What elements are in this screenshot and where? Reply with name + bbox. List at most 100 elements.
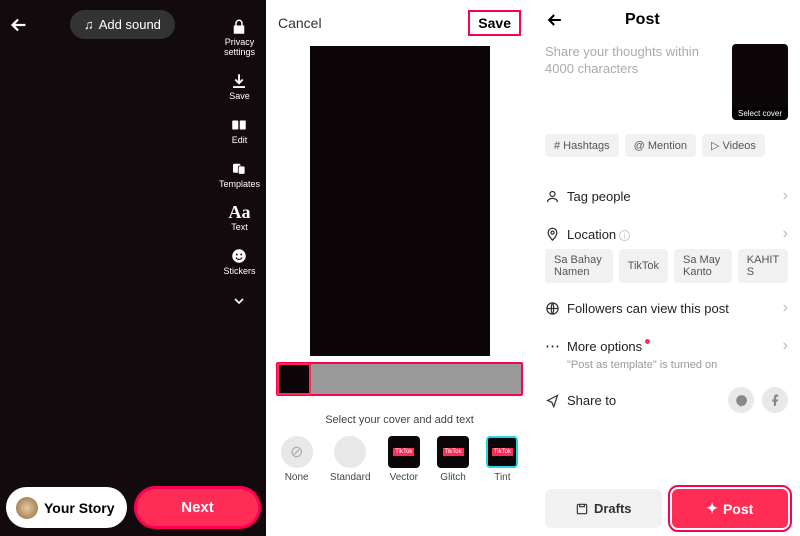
- page-title: Post: [625, 11, 660, 29]
- location-pin-icon: [545, 227, 567, 242]
- tool-templates[interactable]: Templates: [219, 160, 260, 190]
- chevron-right-icon: ›: [783, 299, 788, 317]
- notification-dot-icon: [645, 339, 650, 344]
- tool-label: Edit: [232, 136, 248, 146]
- editor-bottom-bar: Your Story Next: [6, 487, 260, 528]
- post-pane: Post Share your thoughts within 4000 cha…: [533, 0, 800, 536]
- chevron-right-icon: ›: [783, 225, 788, 243]
- save-button[interactable]: Save: [468, 10, 521, 36]
- style-tint[interactable]: Tint: [486, 436, 518, 483]
- info-icon: i: [619, 230, 630, 241]
- music-note-icon: ♫: [84, 17, 94, 32]
- play-icon: ▷: [711, 139, 719, 152]
- cover-styles-row: ⊘ None Standard Vector Glitch Tint: [266, 436, 533, 483]
- tool-label: Stickers: [223, 267, 255, 277]
- editor-pane: ♫ Add sound Privacysettings Save Edit Te…: [0, 0, 266, 536]
- your-story-label: Your Story: [44, 500, 115, 516]
- tint-swatch: [486, 436, 518, 468]
- post-button[interactable]: ✦ Post: [672, 489, 789, 528]
- location-chip[interactable]: KAHIT S: [738, 249, 788, 283]
- tool-label: Save: [229, 92, 250, 102]
- style-label: None: [285, 472, 309, 483]
- back-arrow-icon[interactable]: [8, 14, 30, 36]
- timeline-selection-handle[interactable]: [278, 364, 310, 394]
- more-icon: ⋯: [545, 337, 567, 355]
- more-options-subtitle: "Post as template" is turned on: [567, 359, 788, 371]
- row-label: Locationi: [567, 227, 783, 242]
- post-body: Share your thoughts within 4000 characte…: [533, 44, 800, 423]
- templates-icon: [230, 160, 248, 178]
- caption-row: Share your thoughts within 4000 characte…: [545, 44, 788, 120]
- tool-edit[interactable]: Edit: [230, 116, 248, 146]
- style-glitch[interactable]: Glitch: [437, 436, 469, 483]
- drafts-button[interactable]: Drafts: [545, 489, 662, 528]
- cover-header: Cancel Save: [266, 0, 533, 46]
- hashtags-chip[interactable]: # Hashtags: [545, 134, 619, 157]
- cover-preview: [310, 46, 490, 356]
- your-story-button[interactable]: Your Story: [6, 487, 127, 528]
- glitch-swatch: [437, 436, 469, 468]
- post-header: Post: [533, 0, 800, 40]
- location-chip[interactable]: Sa Bahay Namen: [545, 249, 613, 283]
- tool-privacy-settings[interactable]: Privacysettings: [224, 18, 255, 58]
- row-label: More options: [567, 339, 783, 354]
- text-icon: Aa: [228, 203, 250, 221]
- next-button[interactable]: Next: [135, 487, 260, 528]
- caption-chips: # Hashtags @ Mention ▷Videos: [545, 134, 788, 157]
- style-label: Tint: [494, 472, 510, 483]
- select-cover-button[interactable]: Select cover: [732, 44, 788, 120]
- add-sound-label: Add sound: [99, 17, 161, 32]
- row-label: Share to: [567, 393, 728, 408]
- location-chip[interactable]: Sa May Kanto: [674, 249, 732, 283]
- caption-input[interactable]: Share your thoughts within 4000 characte…: [545, 44, 724, 120]
- drafts-icon: [575, 502, 589, 516]
- globe-icon: [545, 301, 567, 316]
- messenger-icon[interactable]: [728, 387, 754, 413]
- share-to-row: Share to: [545, 371, 788, 423]
- sparkle-icon: ✦: [706, 500, 718, 517]
- none-swatch: ⊘: [281, 436, 313, 468]
- cancel-button[interactable]: Cancel: [278, 15, 322, 31]
- post-bottom-bar: Drafts ✦ Post: [545, 489, 788, 528]
- drafts-label: Drafts: [594, 501, 632, 516]
- edit-icon: [230, 116, 248, 134]
- tool-text[interactable]: Aa Text: [228, 203, 250, 233]
- timeline-strip[interactable]: [276, 362, 523, 396]
- next-label: Next: [181, 499, 214, 516]
- stickers-icon: [230, 247, 248, 265]
- tool-label: Templates: [219, 180, 260, 190]
- location-chip[interactable]: TikTok: [619, 249, 668, 283]
- row-label: Tag people: [567, 189, 783, 204]
- facebook-icon[interactable]: [762, 387, 788, 413]
- post-label: Post: [723, 501, 753, 517]
- back-arrow-icon[interactable]: [545, 10, 565, 30]
- style-none[interactable]: ⊘ None: [281, 436, 313, 483]
- share-icon: [545, 393, 567, 408]
- editor-tools-rail: Privacysettings Save Edit Templates Aa T…: [219, 18, 260, 309]
- chevron-down-icon[interactable]: [231, 293, 247, 309]
- visibility-row[interactable]: Followers can view this post ›: [545, 289, 788, 327]
- post-options: Tag people › Locationi › Sa Bahay Namen …: [545, 177, 788, 423]
- add-sound-button[interactable]: ♫ Add sound: [70, 10, 175, 39]
- select-cover-label: Select cover: [732, 107, 788, 120]
- style-vector[interactable]: Vector: [388, 436, 420, 483]
- chevron-right-icon: ›: [783, 337, 788, 355]
- location-row[interactable]: Locationi ›: [545, 215, 788, 253]
- avatar: [16, 497, 38, 519]
- chevron-right-icon: ›: [783, 187, 788, 205]
- location-suggestions: Sa Bahay Namen TikTok Sa May Kanto KAHIT…: [545, 249, 788, 283]
- tool-label: Text: [231, 223, 248, 233]
- person-icon: [545, 189, 567, 204]
- tool-label: Privacysettings: [224, 38, 255, 58]
- style-label: Glitch: [440, 472, 466, 483]
- tag-people-row[interactable]: Tag people ›: [545, 177, 788, 215]
- videos-chip[interactable]: ▷Videos: [702, 134, 765, 157]
- style-standard[interactable]: Standard: [330, 436, 371, 483]
- standard-swatch: [334, 436, 366, 468]
- tool-save[interactable]: Save: [229, 72, 250, 102]
- tool-stickers[interactable]: Stickers: [223, 247, 255, 277]
- cover-selector-pane: Cancel Save Select your cover and add te…: [266, 0, 533, 536]
- mention-chip[interactable]: @ Mention: [625, 134, 696, 157]
- vector-swatch: [388, 436, 420, 468]
- style-label: Standard: [330, 472, 371, 483]
